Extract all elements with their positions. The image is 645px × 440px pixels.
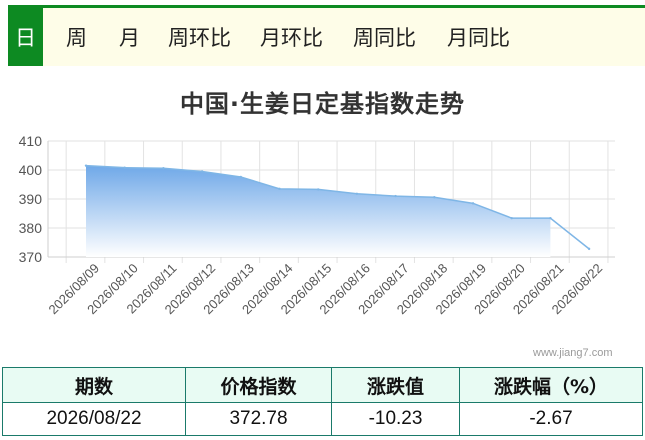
y-tick-label: 380 (19, 220, 43, 236)
cell-period: 2026/08/22 (2, 402, 186, 436)
data-point (355, 192, 359, 195)
series-area (86, 165, 551, 257)
stats-table: 期数 价格指数 涨跌值 涨跌幅（%） 2026/08/22 372.78 -10… (2, 367, 643, 436)
chart-title: 中国·生姜日定基指数走势 (179, 90, 466, 118)
tab-week-on-week[interactable]: 周环比 (168, 8, 231, 66)
y-axis: 370 380 390 400 410 (19, 133, 43, 265)
header-period: 期数 (2, 367, 186, 403)
watermark: www.jiang7.com (533, 347, 613, 359)
index-area-chart: 370 380 390 400 410 2026/08/092026/08/102026… (19, 133, 615, 318)
data-point (471, 202, 475, 205)
y-tick-label: 410 (19, 133, 43, 149)
cell-change-percent: -2.67 (459, 402, 643, 436)
tab-day[interactable]: 日 (8, 8, 43, 66)
tab-month-year-on-year[interactable]: 月同比 (447, 8, 510, 66)
y-tick-label: 400 (19, 162, 43, 178)
cell-change-value: -10.23 (331, 402, 460, 436)
tab-week-year-on-year[interactable]: 周同比 (353, 8, 416, 66)
tab-month[interactable]: 月 (119, 8, 140, 66)
data-point (162, 167, 165, 170)
data-point (433, 196, 436, 199)
stats-table-header-row: 期数 价格指数 涨跌值 涨跌幅（%） (2, 367, 643, 403)
header-price-index: 价格指数 (185, 367, 332, 403)
data-point (549, 216, 552, 220)
data-point (510, 216, 513, 220)
data-point (394, 194, 397, 198)
data-point (84, 164, 88, 167)
data-point (200, 170, 204, 173)
data-point (317, 188, 320, 191)
tab-month-on-month[interactable]: 月环比 (260, 8, 323, 66)
header-change-value: 涨跌值 (331, 367, 460, 403)
data-point (278, 187, 281, 191)
table-row: 2026/08/22 372.78 -10.23 -2.67 (2, 402, 643, 436)
header-change-percent: 涨跌幅（%） (459, 367, 643, 403)
data-point (587, 247, 591, 251)
y-tick-label: 370 (19, 249, 43, 265)
y-tick-label: 390 (19, 191, 43, 207)
data-point (239, 175, 242, 179)
tab-week[interactable]: 周 (66, 8, 87, 66)
period-tab-bar: 日 周 月 周环比 月环比 周同比 月同比 (8, 5, 645, 66)
x-axis: 2026/08/092026/08/102026/08/112026/08/12… (45, 261, 605, 318)
cell-price-index: 372.78 (185, 402, 332, 436)
data-point (123, 166, 126, 169)
